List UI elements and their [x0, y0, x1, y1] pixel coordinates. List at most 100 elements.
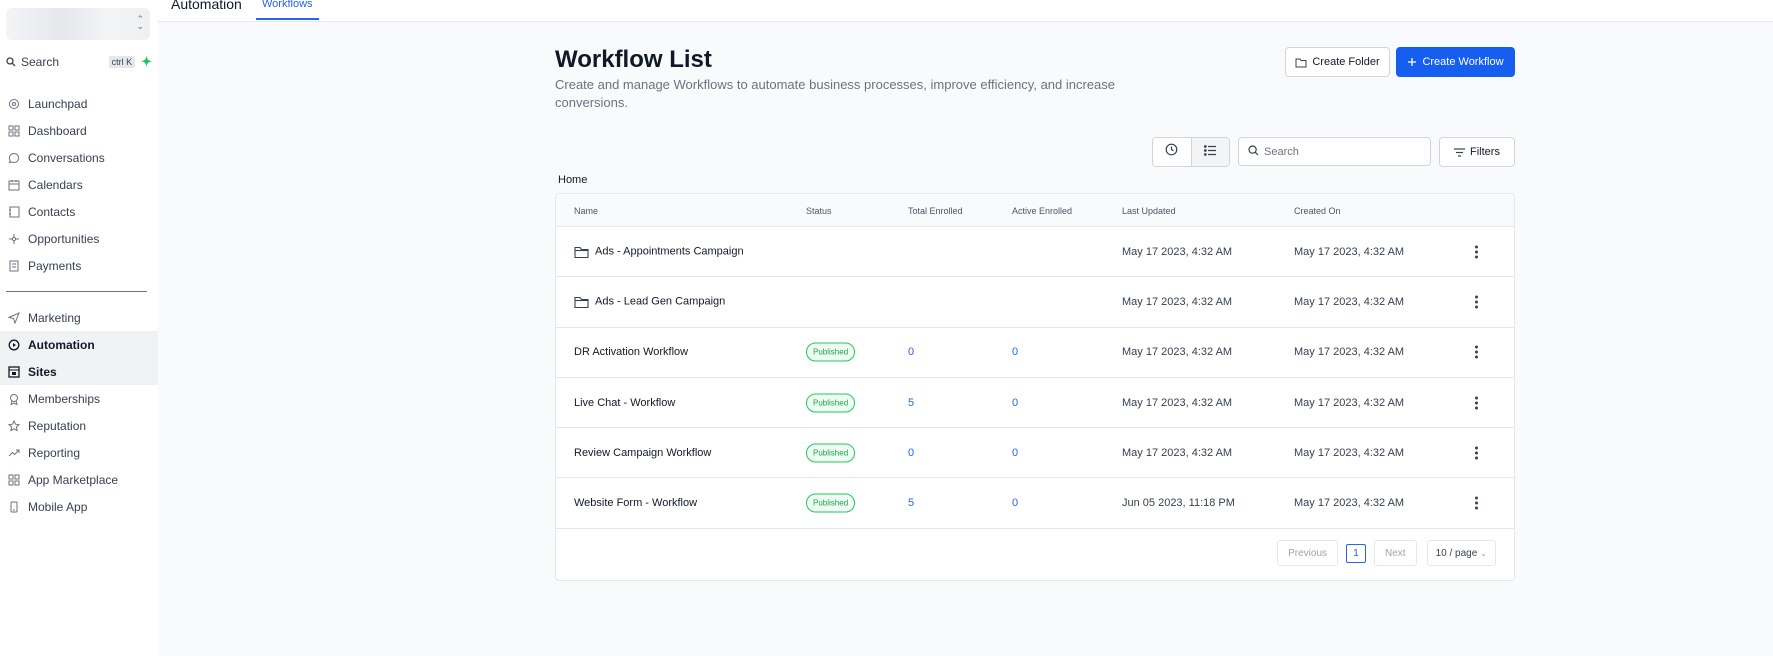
sites-icon [7, 365, 21, 379]
workflow-name[interactable]: DR Activation Workflow [574, 346, 688, 358]
account-switcher[interactable]: ⌃ ⌄ [6, 8, 150, 40]
next-page-button[interactable]: Next [1374, 540, 1417, 566]
column-header-total-enrolled[interactable]: Total Enrolled [908, 206, 963, 216]
column-header-name[interactable]: Name [574, 206, 598, 216]
sidebar-search[interactable]: Search ctrl K ✦ [4, 52, 152, 72]
sidebar-item-label: Opportunities [28, 231, 100, 246]
top-bar: Automation Workflows [158, 0, 1773, 22]
create-folder-button[interactable]: Create Folder [1285, 47, 1390, 77]
column-header-last-updated[interactable]: Last Updated [1122, 206, 1176, 216]
tab-workflows[interactable]: Workflows [256, 0, 319, 20]
more-options-icon[interactable] [1470, 245, 1482, 259]
calendar-icon [7, 178, 21, 192]
last-updated: May 17 2023, 4:32 AM [1122, 446, 1233, 459]
apps-icon [7, 473, 21, 487]
active-enrolled[interactable]: 0 [1012, 346, 1018, 358]
total-enrolled[interactable]: 5 [908, 497, 914, 509]
active-enrolled[interactable]: 0 [1012, 497, 1018, 509]
sidebar-item-opportunities[interactable]: Opportunities [0, 225, 158, 252]
sidebar-item-memberships[interactable]: Memberships [0, 385, 158, 412]
created-on: May 17 2023, 4:32 AM [1294, 446, 1405, 459]
sidebar-item-calendars[interactable]: Calendars [0, 171, 158, 198]
active-enrolled[interactable]: 0 [1012, 447, 1018, 459]
sidebar: ⌃ ⌄ Search ctrl K ✦ Launchpad Dashboard C… [0, 0, 158, 656]
sidebar-divider [6, 291, 147, 292]
sidebar-item-launchpad[interactable]: Launchpad [0, 90, 158, 117]
badge-icon [7, 392, 21, 406]
more-options-icon[interactable] [1470, 396, 1482, 410]
recent-view-button[interactable] [1153, 138, 1191, 166]
sidebar-item-label: Marketing [28, 310, 81, 325]
sidebar-item-mobile-app[interactable]: Mobile App [0, 493, 158, 520]
folder-icon [574, 245, 589, 258]
chat-icon [7, 151, 21, 165]
previous-page-button[interactable]: Previous [1277, 540, 1339, 566]
table-row[interactable]: Ads - Lead Gen Campaign May 17 2023, 4:3… [556, 277, 1514, 328]
workflow-name[interactable]: Review Campaign Workflow [574, 447, 711, 459]
page-title: Workflow List [555, 46, 712, 73]
total-enrolled[interactable]: 5 [908, 397, 914, 409]
sidebar-item-dashboard[interactable]: Dashboard [0, 117, 158, 144]
more-options-icon[interactable] [1470, 446, 1482, 460]
workflow-name-cell[interactable]: Ads - Lead Gen Campaign [574, 295, 725, 308]
sidebar-item-label: Reporting [28, 445, 81, 460]
page-1-button[interactable]: 1 [1346, 543, 1367, 563]
workflow-name: Ads - Lead Gen Campaign [595, 295, 726, 308]
more-options-icon[interactable] [1470, 295, 1482, 309]
sidebar-item-label: Launchpad [28, 96, 88, 111]
payments-icon [7, 259, 21, 273]
status-badge: Published [806, 393, 856, 413]
sidebar-item-automation[interactable]: Automation [0, 331, 158, 358]
sidebar-item-app-marketplace[interactable]: App Marketplace [0, 466, 158, 493]
table-row[interactable]: Ads - Appointments Campaign May 17 2023,… [556, 227, 1514, 278]
view-toggle [1152, 137, 1230, 167]
more-options-icon[interactable] [1470, 496, 1482, 510]
sidebar-item-sites[interactable]: Sites [0, 358, 158, 385]
sidebar-item-marketing[interactable]: Marketing [0, 304, 158, 331]
create-workflow-button[interactable]: Create Workflow [1396, 47, 1515, 77]
table-row[interactable]: Website Form - Workflow Published 5 0 Ju… [556, 478, 1514, 529]
workflow-name[interactable]: Website Form - Workflow [574, 497, 697, 509]
column-header-created-on[interactable]: Created On [1294, 206, 1341, 216]
sidebar-item-label: Automation [28, 337, 95, 352]
sidebar-item-label: App Marketplace [28, 472, 119, 487]
last-updated: Jun 05 2023, 11:18 PM [1122, 497, 1235, 510]
rocket-icon [7, 97, 21, 111]
status-badge: Published [806, 342, 856, 362]
shortcut-hint: ctrl K [108, 56, 136, 68]
breadcrumb[interactable]: Home [558, 174, 587, 186]
column-header-active-enrolled[interactable]: Active Enrolled [1012, 206, 1072, 216]
workflow-name[interactable]: Live Chat - Workflow [574, 397, 675, 409]
active-enrolled[interactable]: 0 [1012, 397, 1018, 409]
more-options-icon[interactable] [1470, 345, 1482, 359]
sidebar-item-label: Sites [28, 364, 57, 379]
sidebar-item-reporting[interactable]: Reporting [0, 439, 158, 466]
column-header-status[interactable]: Status [806, 206, 832, 216]
table-row[interactable]: Live Chat - Workflow Published 5 0 May 1… [556, 378, 1514, 429]
sidebar-item-label: Dashboard [28, 123, 87, 138]
sidebar-item-label: Calendars [28, 177, 83, 192]
workflow-name-cell[interactable]: Ads - Appointments Campaign [574, 245, 744, 258]
created-on: May 17 2023, 4:32 AM [1294, 245, 1405, 258]
sidebar-item-payments[interactable]: Payments [0, 252, 158, 279]
page-size-select[interactable]: 10 / page ⌄ [1426, 540, 1496, 566]
total-enrolled[interactable]: 0 [908, 346, 914, 358]
table-row[interactable]: Review Campaign Workflow Published 0 0 M… [556, 428, 1514, 479]
search-input[interactable] [1264, 145, 1414, 158]
sidebar-item-label: Memberships [28, 391, 101, 406]
sidebar-item-label: Reputation [28, 418, 87, 433]
sidebar-item-conversations[interactable]: Conversations [0, 144, 158, 171]
create-folder-label: Create Folder [1312, 56, 1380, 68]
sidebar-item-contacts[interactable]: Contacts [0, 198, 158, 225]
filters-button[interactable]: Filters [1439, 137, 1515, 167]
last-updated: May 17 2023, 4:32 AM [1122, 295, 1233, 308]
table-row[interactable]: DR Activation Workflow Published 0 0 May… [556, 328, 1514, 378]
sidebar-item-reputation[interactable]: Reputation [0, 412, 158, 439]
list-view-button[interactable] [1190, 138, 1229, 166]
sparkle-icon[interactable]: ✦ [141, 54, 152, 70]
sidebar-item-label: Contacts [28, 204, 76, 219]
grid-icon [7, 124, 21, 138]
automation-icon [7, 338, 21, 352]
workflow-name: Ads - Appointments Campaign [595, 245, 744, 258]
total-enrolled[interactable]: 0 [908, 447, 914, 459]
